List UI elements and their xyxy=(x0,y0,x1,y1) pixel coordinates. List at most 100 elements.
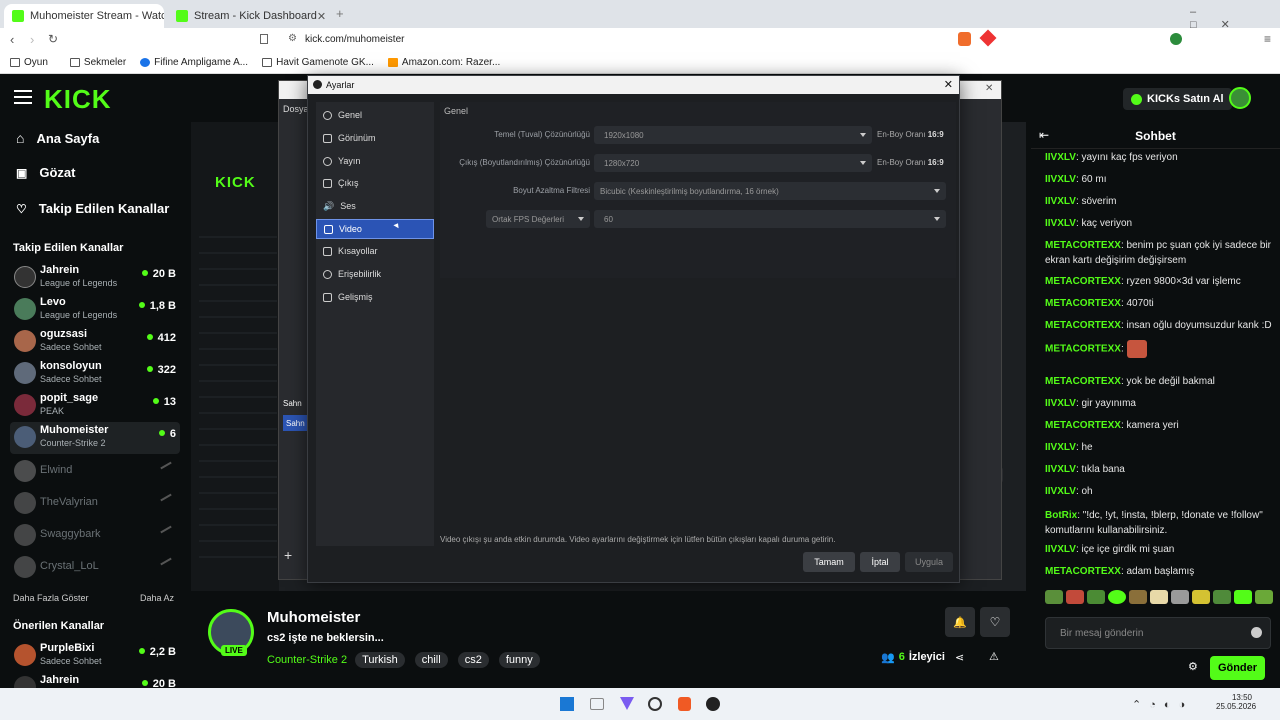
back-icon[interactable]: ‹ xyxy=(10,32,14,47)
downscale-filter-select[interactable]: Bicubic (Keskinleştirilmiş boyutlandırma… xyxy=(594,182,946,200)
settings-category-stream[interactable]: Yayın xyxy=(316,151,434,171)
ok-button[interactable]: Tamam xyxy=(803,552,855,572)
followed-channel[interactable]: konsoloyun Sadece Sohbet 322 xyxy=(10,358,180,390)
bookmark-page-icon[interactable] xyxy=(260,34,268,44)
settings-category-audio[interactable]: 🔊 Ses xyxy=(316,196,434,216)
chatgpt-icon[interactable] xyxy=(648,697,662,711)
cancel-button[interactable]: İptal xyxy=(860,552,900,572)
followed-channel-offline[interactable]: Elwind xyxy=(10,456,180,488)
bookmark-item[interactable]: Sekmeler xyxy=(69,57,126,68)
settings-category-advanced[interactable]: Gelişmiş xyxy=(316,287,434,307)
start-menu-icon[interactable] xyxy=(560,697,574,711)
settings-category-video[interactable]: Video xyxy=(316,219,434,239)
chat-input[interactable]: Bir mesaj gönderin xyxy=(1045,617,1271,649)
buy-kicks-button[interactable]: KICKs Satın Al xyxy=(1123,88,1232,110)
follow-button[interactable]: ♡ xyxy=(980,607,1010,637)
notification-bell-button[interactable]: 🔔 xyxy=(945,607,975,637)
new-tab-icon[interactable]: + xyxy=(336,6,344,21)
chat-username[interactable]: IIVXLV xyxy=(1045,464,1076,475)
brave-browser-icon[interactable] xyxy=(678,697,691,711)
hamburger-menu-icon[interactable] xyxy=(14,90,32,104)
settings-category-appearance[interactable]: Görünüm xyxy=(316,128,434,148)
emote-icon[interactable] xyxy=(1234,590,1252,604)
chat-username[interactable]: METACORTEXX xyxy=(1045,344,1121,355)
obs-add-scene-icon[interactable]: + xyxy=(284,547,292,563)
chat-username[interactable]: IIVXLV xyxy=(1045,152,1076,163)
chat-username[interactable]: IIVXLV xyxy=(1045,218,1076,229)
reload-icon[interactable]: ↻ xyxy=(48,32,58,46)
tag[interactable]: funny xyxy=(498,652,540,668)
bookmark-item[interactable]: Fifine Ampligame A... xyxy=(140,57,248,68)
system-tray[interactable]: ⌃◔◐◑ xyxy=(1132,698,1193,711)
emote-icon[interactable] xyxy=(1192,590,1210,604)
category-link[interactable]: Counter-Strike 2 xyxy=(267,654,347,666)
chat-username[interactable]: METACORTEXX xyxy=(1045,240,1121,251)
followed-channel[interactable]: oguzsasi Sadece Sohbet 412 xyxy=(10,326,180,358)
followed-channel[interactable]: Jahrein League of Legends 20 B xyxy=(10,262,180,294)
followed-channel-active[interactable]: Muhomeister Counter-Strike 2 6 xyxy=(10,422,180,454)
apply-button[interactable]: Uygula xyxy=(905,552,953,572)
browser-tab-watch[interactable]: Muhomeister Stream - Watch✕ xyxy=(4,4,164,28)
chat-username[interactable]: IIVXLV xyxy=(1045,174,1076,185)
close-tab-icon[interactable]: ✕ xyxy=(317,10,326,23)
emote-icon[interactable] xyxy=(1171,590,1189,604)
output-resolution-select[interactable]: 1280x720 xyxy=(594,154,872,172)
browser-tab-dashboard[interactable]: Stream - Kick Dashboard ✕ xyxy=(168,4,333,28)
fps-type-select[interactable]: Ortak FPS Değerleri xyxy=(486,210,590,228)
chat-username[interactable]: METACORTEXX xyxy=(1045,420,1121,431)
settings-category-hotkeys[interactable]: Kısayollar xyxy=(316,241,434,261)
bookmark-item[interactable]: Oyun xyxy=(10,57,48,68)
show-more-link[interactable]: Daha Fazla Göster xyxy=(13,593,89,603)
obs-scene-item[interactable]: Sahn xyxy=(283,415,307,431)
chat-username[interactable]: IIVXLV xyxy=(1045,486,1076,497)
nav-following[interactable]: ♡ Takip Edilen Kanallar xyxy=(16,201,169,216)
chat-username[interactable]: IIVXLV xyxy=(1045,544,1076,555)
dialog-close-icon[interactable]: ✕ xyxy=(944,78,953,91)
followed-channel[interactable]: Levo League of Legends 1,8 B xyxy=(10,294,180,326)
send-button[interactable]: Gönder xyxy=(1210,656,1265,680)
chat-username[interactable]: METACORTEXX xyxy=(1045,276,1121,287)
chat-username[interactable]: IIVXLV xyxy=(1045,398,1076,409)
chat-username[interactable]: METACORTEXX xyxy=(1045,298,1121,309)
app-icon[interactable] xyxy=(620,697,634,710)
chat-username[interactable]: IIVXLV xyxy=(1045,442,1076,453)
followed-channel-offline[interactable]: Crystal_LoL xyxy=(10,552,180,584)
emote-icon[interactable] xyxy=(1255,590,1273,604)
show-less-link[interactable]: Daha Az xyxy=(140,593,174,603)
settings-category-output[interactable]: Çıkış xyxy=(316,173,434,193)
emote-icon[interactable] xyxy=(1087,590,1105,604)
search-icon[interactable] xyxy=(590,698,604,710)
tag[interactable]: Turkish xyxy=(355,652,405,668)
chat-settings-icon[interactable]: ⚙ xyxy=(1188,660,1198,673)
chat-username[interactable]: BotRix xyxy=(1045,510,1077,521)
bookmark-item[interactable]: Amazon.com: Razer... xyxy=(387,57,500,68)
chat-username[interactable]: IIVXLV xyxy=(1045,196,1076,207)
extension-icon[interactable] xyxy=(1170,33,1182,45)
bookmark-item[interactable]: Havit Gamenote GK... xyxy=(262,57,374,68)
settings-category-general[interactable]: Genel xyxy=(316,105,434,125)
streamer-name[interactable]: Muhomeister xyxy=(267,609,360,626)
base-resolution-select[interactable]: 1920x1080 xyxy=(594,126,872,144)
settings-category-accessibility[interactable]: Erişebilirlik xyxy=(316,264,434,284)
followed-channel-offline[interactable]: Swaggybark xyxy=(10,520,180,552)
emote-icon[interactable] xyxy=(1213,590,1231,604)
fps-value-select[interactable]: 60 xyxy=(594,210,946,228)
obs-taskbar-icon[interactable] xyxy=(706,697,720,711)
tag[interactable]: cs2 xyxy=(457,652,489,668)
brave-rewards-icon[interactable] xyxy=(979,29,997,47)
share-icon[interactable]: ⋖ xyxy=(955,651,964,664)
obs-window-close-icon[interactable]: ✕ xyxy=(985,83,993,94)
obs-menu-file[interactable]: Dosya xyxy=(283,104,309,114)
recommended-channel[interactable]: PurpleBixi Sadece Sohbet 2,2 B xyxy=(10,640,180,672)
emote-icon[interactable] xyxy=(1045,590,1063,604)
nav-home[interactable]: ⌂ Ana Sayfa xyxy=(16,130,99,146)
nav-browse[interactable]: ▣ Gözat xyxy=(16,165,75,180)
menu-icon[interactable]: ≡ xyxy=(1264,32,1271,46)
user-avatar[interactable] xyxy=(1229,87,1251,109)
kick-logo[interactable]: KICK xyxy=(44,84,112,115)
report-icon[interactable]: ⚠ xyxy=(989,650,999,663)
url-text[interactable]: kick.com/muhomeister xyxy=(305,34,404,45)
site-info-icon[interactable]: ⚙ xyxy=(288,33,297,44)
clock[interactable]: 13:50 25.05.2026 xyxy=(1216,693,1256,711)
tag[interactable]: chill xyxy=(414,652,448,668)
